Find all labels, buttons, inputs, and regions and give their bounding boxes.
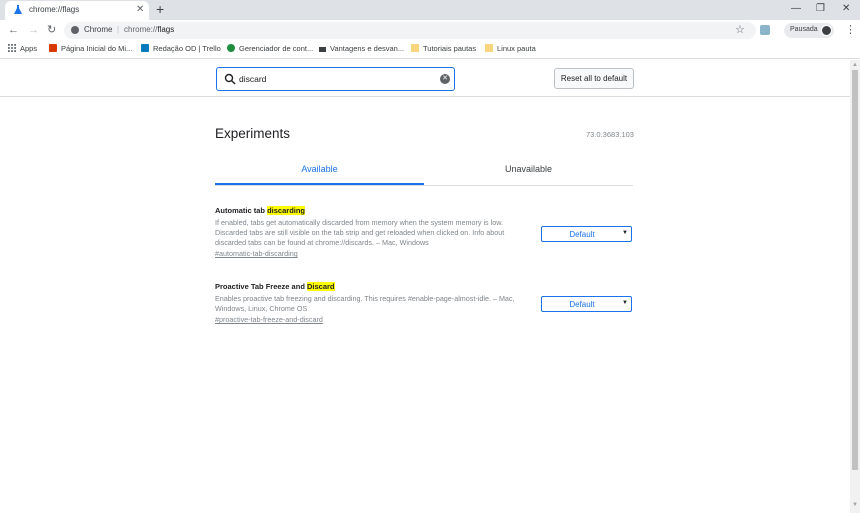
experiment-item: Automatic tab discarding If enabled, tab… bbox=[215, 206, 635, 259]
avatar bbox=[821, 25, 832, 36]
bookmark-vantagens[interactable]: Vantagens e desvan... bbox=[319, 44, 404, 56]
experiment-title: Automatic tab discarding bbox=[215, 206, 635, 216]
url-host: flags bbox=[157, 25, 175, 34]
search-highlight: discarding bbox=[267, 206, 306, 215]
scrollbar-thumb[interactable] bbox=[852, 70, 858, 470]
reset-all-button[interactable]: Reset all to default bbox=[554, 68, 634, 89]
bookmark-tutoriais[interactable]: Tutoriais pautas bbox=[411, 44, 476, 56]
browser-tab[interactable]: chrome://flags ✕ bbox=[5, 1, 149, 20]
experiment-description: If enabled, tabs get automatically disca… bbox=[215, 218, 505, 247]
address-bar[interactable]: Chrome | chrome://flags bbox=[64, 22, 756, 39]
bookmark-label: Página Inicial do Mi... bbox=[61, 44, 133, 53]
scrollbar[interactable]: ▲ ▼ bbox=[850, 60, 860, 513]
page-icon bbox=[319, 47, 326, 52]
select-value: Default bbox=[569, 230, 595, 239]
search-highlight: Discard bbox=[306, 282, 335, 291]
title-prefix: Proactive Tab Freeze and bbox=[215, 282, 307, 291]
search-box[interactable]: ✕ bbox=[216, 67, 455, 91]
bookmark-gerenciador[interactable]: Gerenciador de cont... bbox=[227, 44, 313, 56]
browser-toolbar: ← → ↻ Chrome | chrome://flags ☆ Pausada … bbox=[0, 20, 860, 41]
office-icon bbox=[49, 44, 57, 52]
reload-icon[interactable]: ↻ bbox=[47, 24, 56, 36]
experiment-select[interactable]: Default ▼ bbox=[541, 226, 632, 242]
scroll-up-arrow-icon[interactable]: ▲ bbox=[852, 62, 858, 68]
new-tab-button[interactable]: + bbox=[156, 2, 164, 16]
flags-page: ✕ Reset all to default Experiments 73.0.… bbox=[0, 60, 850, 513]
profile-button[interactable]: Pausada bbox=[784, 23, 834, 38]
folder-icon bbox=[411, 44, 419, 52]
tab-close-icon[interactable]: ✕ bbox=[136, 4, 144, 16]
bookmark-label: Linux pauta bbox=[497, 44, 536, 53]
back-icon[interactable]: ← bbox=[8, 24, 19, 36]
page-title: Experiments bbox=[215, 126, 291, 141]
kebab-menu-icon[interactable]: ⋮ bbox=[845, 24, 856, 36]
flags-header: ✕ Reset all to default bbox=[0, 60, 850, 97]
bookmark-trello[interactable]: Redação OD | Trello bbox=[141, 44, 221, 56]
profile-label: Pausada bbox=[790, 26, 818, 33]
bookmark-office[interactable]: Página Inicial do Mi... bbox=[49, 44, 132, 56]
bookmark-label: Gerenciador de cont... bbox=[239, 44, 314, 53]
globe-icon bbox=[227, 44, 235, 52]
experiment-description: Enables proactive tab freezing and disca… bbox=[215, 294, 515, 313]
chrome-info-icon[interactable] bbox=[71, 26, 79, 34]
tab-strip: chrome://flags ✕ + — ❐ ✕ bbox=[0, 0, 860, 20]
minimize-icon[interactable]: — bbox=[791, 3, 801, 15]
title-prefix: Automatic tab bbox=[215, 206, 268, 215]
folder-icon bbox=[485, 44, 493, 52]
experiment-permalink[interactable]: #proactive-tab-freeze-and-discard bbox=[215, 315, 635, 325]
bookmarks-bar: Apps Página Inicial do Mi... Redação OD … bbox=[0, 41, 860, 59]
url-scheme: chrome:// bbox=[124, 25, 158, 34]
version-label: 73.0.3683.103 bbox=[586, 130, 634, 139]
experiment-select[interactable]: Default ▼ bbox=[541, 296, 632, 312]
search-icon bbox=[224, 73, 236, 85]
bookmark-star-icon[interactable]: ☆ bbox=[735, 24, 745, 36]
dropdown-arrow-icon: ▼ bbox=[622, 300, 628, 306]
tab-title: chrome://flags bbox=[29, 5, 80, 14]
clear-search-icon[interactable]: ✕ bbox=[440, 74, 450, 84]
trello-icon bbox=[141, 44, 149, 52]
extension-icon[interactable] bbox=[760, 25, 770, 35]
close-window-icon[interactable]: ✕ bbox=[842, 3, 850, 15]
bookmark-linux[interactable]: Linux pauta bbox=[485, 44, 536, 56]
bookmark-label: Redação OD | Trello bbox=[153, 44, 221, 53]
select-value: Default bbox=[569, 300, 595, 309]
experiment-permalink[interactable]: #automatic-tab-discarding bbox=[215, 249, 635, 259]
search-input[interactable] bbox=[239, 72, 429, 86]
tab-available[interactable]: Available bbox=[215, 156, 424, 185]
omnibox-separator: | bbox=[117, 25, 120, 34]
apps-grid-icon bbox=[8, 44, 16, 52]
bookmark-apps[interactable]: Apps bbox=[8, 44, 37, 56]
omnibox-chip: Chrome bbox=[84, 25, 113, 34]
restore-icon[interactable]: ❐ bbox=[816, 3, 825, 15]
bookmark-label: Vantagens e desvan... bbox=[330, 44, 405, 53]
experiment-item: Proactive Tab Freeze and Discard Enables… bbox=[215, 282, 635, 325]
scroll-down-arrow-icon[interactable]: ▼ bbox=[852, 502, 858, 508]
tab-unavailable[interactable]: Unavailable bbox=[424, 156, 633, 185]
flask-icon bbox=[14, 5, 22, 14]
experiment-title: Proactive Tab Freeze and Discard bbox=[215, 282, 635, 292]
dropdown-arrow-icon: ▼ bbox=[622, 230, 628, 236]
omnibox-url[interactable]: chrome://flags bbox=[124, 25, 174, 34]
bookmark-label: Apps bbox=[20, 44, 38, 53]
bookmark-label: Tutoriais pautas bbox=[423, 44, 477, 53]
forward-icon[interactable]: → bbox=[28, 24, 39, 36]
flags-tabs: Available Unavailable bbox=[215, 156, 633, 186]
